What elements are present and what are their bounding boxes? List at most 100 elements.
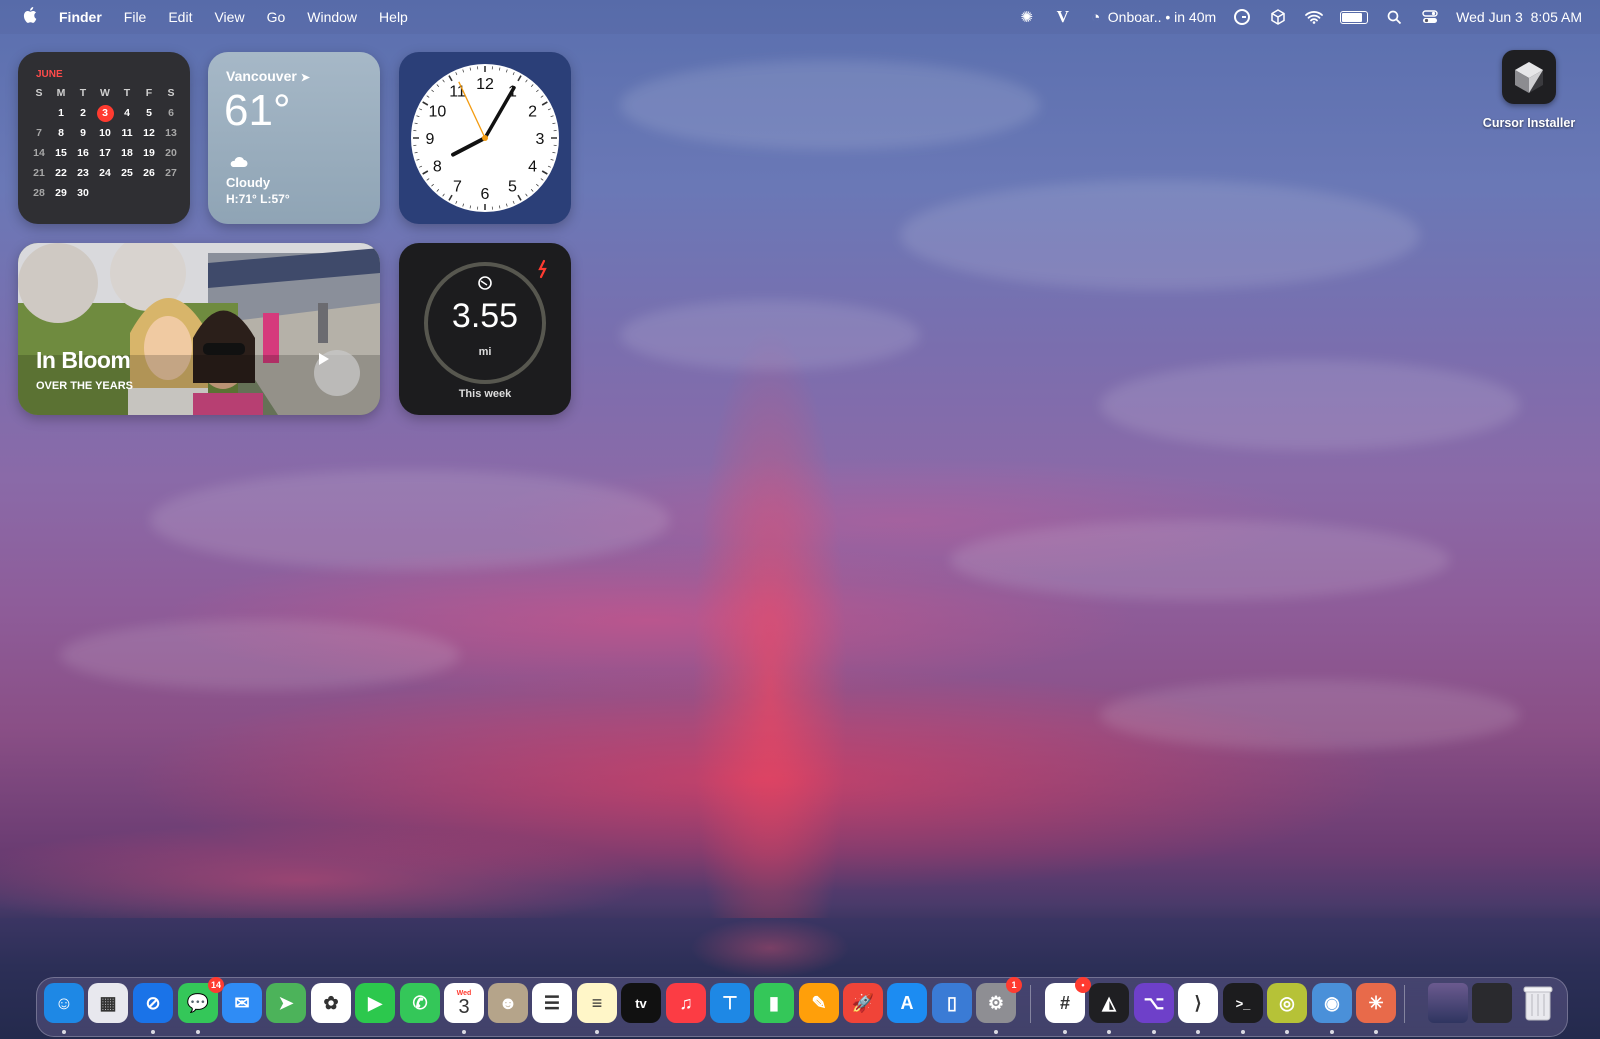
calendar-day: 11	[121, 127, 133, 139]
numbers-icon[interactable]: ▮	[754, 983, 794, 1023]
calendar-day: 6	[168, 107, 174, 119]
github-icon[interactable]: ⌥	[1134, 983, 1174, 1023]
calendar-event-status[interactable]: ◔ Onboar.. • in 40m	[1089, 7, 1216, 27]
terminal-icon[interactable]: >_	[1223, 983, 1263, 1023]
rocket-icon[interactable]: 🚀	[843, 983, 883, 1023]
battery-icon[interactable]	[1340, 10, 1369, 24]
calendar-day: 30	[77, 187, 89, 199]
calendar-day: 4	[124, 107, 130, 119]
menu-help[interactable]: Help	[379, 9, 408, 25]
maps-icon[interactable]: ➤	[266, 983, 306, 1023]
control-center-icon[interactable]	[1420, 7, 1440, 27]
calendar-day: 16	[77, 147, 89, 159]
trash-icon[interactable]	[1518, 983, 1558, 1023]
location-arrow-icon: ➤	[300, 72, 310, 84]
menu-app-name[interactable]: Finder	[59, 9, 102, 25]
phone-icon[interactable]: ✆	[400, 983, 440, 1023]
apple-menu-icon[interactable]	[22, 6, 37, 29]
menu-file[interactable]: File	[124, 9, 147, 25]
sparkle-status-icon[interactable]: ✺	[1017, 7, 1037, 27]
desktop-item-cursor-installer[interactable]: Cursor Installer	[1474, 50, 1584, 130]
keynote-icon[interactable]: ⊤	[710, 983, 750, 1023]
tv-icon[interactable]: tv	[621, 983, 661, 1023]
calendar-day: 1	[58, 107, 64, 119]
clock-numeral: 6	[481, 186, 490, 203]
facetime-icon[interactable]: ▶	[355, 983, 395, 1023]
downloads-stack-icon[interactable]	[1472, 983, 1512, 1023]
calendar-icon[interactable]: Wed 3	[444, 983, 484, 1023]
contacts-icon[interactable]: ☻	[488, 983, 528, 1023]
grammarly-status-icon[interactable]	[1232, 7, 1252, 27]
clock-numeral: 7	[453, 179, 462, 196]
mail-icon[interactable]: ✉	[222, 983, 262, 1023]
calendar-day	[160, 185, 182, 202]
disk-utility-icon[interactable]: ◉	[1312, 983, 1352, 1023]
reminders-icon[interactable]: ☰	[532, 983, 572, 1023]
music-icon[interactable]: ♫	[666, 983, 706, 1023]
calendar-day	[94, 185, 116, 202]
finder-icon[interactable]: ☺	[44, 983, 84, 1023]
notes-icon[interactable]: ≡	[577, 983, 617, 1023]
calendar-weekday: S	[167, 87, 175, 99]
wifi-icon[interactable]	[1304, 7, 1324, 27]
weather-high-low: H:71° L:57°	[226, 192, 290, 206]
clock-numeral: 10	[428, 104, 446, 121]
iphone-mirroring-icon[interactable]: ▯	[932, 983, 972, 1023]
dock-separator	[1030, 985, 1031, 1023]
running-indicator	[1196, 1030, 1200, 1034]
spiral-icon[interactable]: ◎	[1267, 983, 1307, 1023]
clock-widget[interactable]: 121234567891011	[399, 52, 571, 224]
calendar-day: 13	[165, 127, 177, 139]
settings-icon[interactable]: ⚙ 1	[976, 977, 1022, 1023]
v-app-status-icon[interactable]: V	[1053, 7, 1073, 27]
play-icon[interactable]	[314, 350, 360, 396]
menubar-clock[interactable]: Wed Jun 3 8:05 AM	[1456, 9, 1582, 25]
claude-icon[interactable]: ✳	[1356, 983, 1396, 1023]
weather-city-name: Vancouver	[226, 68, 297, 84]
calendar-day: 29	[55, 187, 67, 199]
cursor-icon[interactable]: ◭	[1089, 983, 1129, 1023]
messages-icon[interactable]: 💬 14	[178, 977, 224, 1023]
menu-window[interactable]: Window	[307, 9, 357, 25]
calendar-day: 24	[99, 167, 111, 179]
menu-go[interactable]: Go	[267, 9, 286, 25]
cloud-icon	[230, 156, 248, 167]
calendar-grid: S M T W T F S 1 2 3 4 5 6 7 8 9 10 11 12 13 14 15 16 17 18 19 20 21…	[28, 85, 182, 202]
calendar-day	[116, 185, 138, 202]
menu-edit[interactable]: Edit	[168, 9, 192, 25]
calendar-day: 21	[33, 167, 45, 179]
shoe-icon	[478, 276, 492, 290]
launchpad-icon[interactable]: ▦	[88, 983, 128, 1023]
calendar-widget[interactable]: JUNE S M T W T F S 1 2 3 4 5 6 7 8 9 10 11 12 13 14 15 16 17 18 1…	[18, 52, 190, 224]
weather-city: Vancouver ➤	[226, 68, 310, 84]
slack-icon[interactable]: # •	[1045, 977, 1091, 1023]
notification-badge: 1	[1006, 977, 1022, 993]
photos-icon[interactable]: ✿	[311, 983, 351, 1023]
calendar-day: 18	[121, 147, 133, 159]
calendar-day: 23	[77, 167, 89, 179]
safari-icon[interactable]: ⊘	[133, 983, 173, 1023]
distance-unit: mi	[478, 346, 492, 358]
folder-stack-icon[interactable]	[1428, 983, 1468, 1023]
fitness-widget[interactable]: 3.55 mi This week	[399, 243, 571, 415]
running-indicator	[1285, 1030, 1289, 1034]
clock-numeral: 8	[433, 159, 442, 176]
running-indicator	[1330, 1030, 1334, 1034]
photos-memory-widget[interactable]: In Bloom OVER THE YEARS	[18, 243, 380, 415]
distance-caption: This week	[458, 388, 512, 400]
cube-status-icon[interactable]	[1268, 7, 1288, 27]
calendar-day: 20	[165, 147, 177, 159]
app-store-icon[interactable]: A	[887, 983, 927, 1023]
menu-view[interactable]: View	[214, 9, 244, 25]
pages-icon[interactable]: ✎	[799, 983, 839, 1023]
calendar-day: 3	[94, 105, 116, 122]
menu-bar: Finder File Edit View Go Window Help ✺ V…	[0, 0, 1600, 34]
running-indicator	[1241, 1030, 1245, 1034]
vscode-icon[interactable]: ⟩	[1178, 983, 1218, 1023]
clock-numeral: 4	[528, 159, 537, 176]
spotlight-search-icon[interactable]	[1384, 7, 1404, 27]
desktop-item-label: Cursor Installer	[1482, 116, 1576, 130]
calendar-day: 19	[143, 147, 155, 159]
weather-widget[interactable]: Vancouver ➤ 61° Cloudy H:71° L:57°	[208, 52, 380, 224]
running-indicator	[595, 1030, 599, 1034]
